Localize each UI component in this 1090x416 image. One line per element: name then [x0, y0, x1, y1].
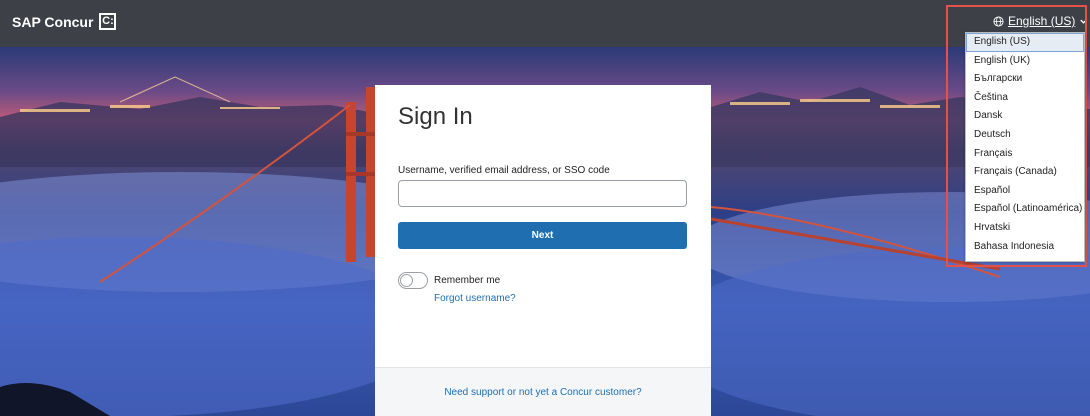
card-footer: Need support or not yet a Concur custome… [375, 367, 711, 416]
language-option[interactable]: Español [966, 182, 1084, 201]
language-option[interactable]: Bahasa Indonesia [966, 238, 1084, 257]
language-option[interactable]: Hrvatski [966, 219, 1084, 238]
language-option[interactable]: Français [966, 145, 1084, 164]
language-option[interactable]: Français (Canada) [966, 163, 1084, 182]
language-option[interactable]: Dansk [966, 107, 1084, 126]
language-option[interactable]: Български [966, 70, 1084, 89]
remember-me-label: Remember me [434, 275, 501, 286]
language-option[interactable]: Español (Latinoamérica) [966, 200, 1084, 219]
username-input[interactable] [398, 180, 687, 207]
forgot-username-link[interactable]: Forgot username? [434, 293, 516, 304]
brand-logo[interactable]: SAP Concur C: [12, 13, 117, 30]
language-option[interactable]: Deutsch [966, 126, 1084, 145]
username-label: Username, verified email address, or SSO… [398, 165, 610, 176]
language-option[interactable]: Čeština [966, 89, 1084, 108]
top-bar: SAP Concur C: English (US) [0, 0, 1090, 47]
support-link[interactable]: Need support or not yet a Concur custome… [375, 387, 711, 398]
page-title: Sign In [398, 103, 473, 130]
language-option[interactable]: English (UK) [966, 52, 1084, 71]
language-option[interactable]: English (US) [966, 33, 1084, 52]
concur-logo-icon: C: [99, 13, 117, 30]
brand-name: SAP Concur [12, 13, 94, 30]
remember-me-toggle[interactable] [398, 272, 428, 289]
language-dropdown[interactable]: English (US) English (UK) Български Češt… [965, 32, 1085, 262]
signin-card: Sign In Username, verified email address… [375, 85, 711, 416]
next-button[interactable]: Next [398, 222, 687, 249]
toggle-knob [400, 274, 413, 287]
